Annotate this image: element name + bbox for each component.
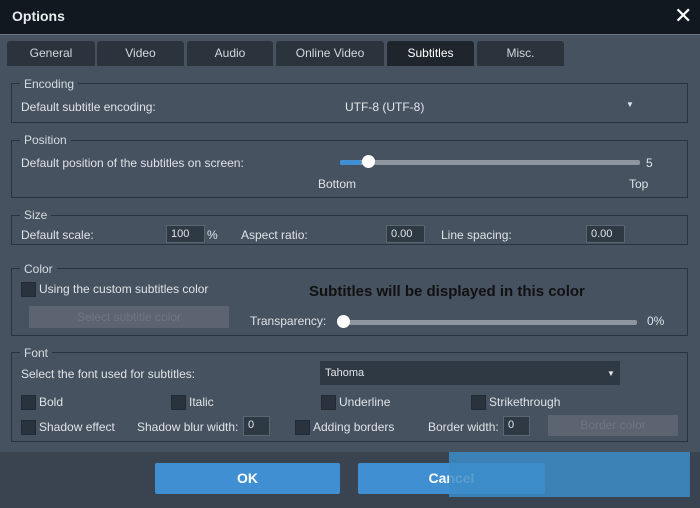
size-legend: Size xyxy=(20,208,52,222)
chevron-down-icon: ▼ xyxy=(607,369,615,378)
window-title: Options xyxy=(12,8,65,24)
font-value: Tahoma xyxy=(325,367,365,379)
blur-label-text: Shadow blur width: xyxy=(137,420,239,434)
position-max-label: Top xyxy=(629,177,649,191)
position-min-label: Bottom xyxy=(318,177,357,191)
underline-label: Underline xyxy=(339,395,391,409)
color-legend: Color xyxy=(20,262,57,276)
custom-color-checkbox[interactable] xyxy=(21,282,36,297)
encoding-legend: Encoding xyxy=(20,77,79,91)
bold-label: Bold xyxy=(39,395,64,409)
color-preview-text: Subtitles will be displayed in this colo… xyxy=(309,283,585,300)
encoding-label: Default subtitle encoding: xyxy=(21,100,156,114)
position-label: Default position of the subtitles on scr… xyxy=(21,156,244,170)
strikethrough-label: Strikethrough xyxy=(489,395,561,409)
border-color-button[interactable]: Border color xyxy=(548,415,678,436)
transparency-label: Transparency: xyxy=(250,314,327,328)
shadow-label: Shadow effect xyxy=(39,420,115,434)
scale-input[interactable]: 100 xyxy=(166,225,205,243)
position-legend: Position xyxy=(20,133,71,147)
border-width-label: Border width: xyxy=(428,420,499,434)
scale-label: Default scale: xyxy=(21,228,94,242)
scale-unit: % xyxy=(207,228,218,242)
borders-checkbox[interactable] xyxy=(295,420,310,435)
italic-label: Italic xyxy=(189,395,214,409)
close-icon[interactable]: ✕ xyxy=(674,3,692,29)
font-select[interactable]: Tahoma ▼ xyxy=(320,361,620,385)
font-select-label: Select the font used for subtitles: xyxy=(21,367,196,381)
aspect-input[interactable]: 0.00 xyxy=(386,225,425,243)
tab-audio[interactable]: Audio xyxy=(187,41,273,66)
font-legend: Font xyxy=(20,346,53,360)
title-bar xyxy=(0,0,700,35)
encoding-value: UTF-8 (UTF-8) xyxy=(345,100,425,114)
tab-misc[interactable]: Misc. xyxy=(477,41,564,66)
blur-label: Shadow blur width: xyxy=(137,420,238,434)
tab-subtitles[interactable]: Subtitles xyxy=(387,41,474,66)
shadow-checkbox[interactable] xyxy=(21,420,36,435)
watermark-logo xyxy=(449,452,690,497)
borders-label: Adding borders xyxy=(313,420,395,434)
position-value: 5 xyxy=(646,156,653,170)
spacing-input[interactable]: 0.00 xyxy=(586,225,625,243)
transparency-slider[interactable] xyxy=(337,315,637,329)
aspect-label: Aspect ratio: xyxy=(241,228,308,242)
select-subtitle-color-button[interactable]: Select subtitle color xyxy=(29,306,229,328)
tab-video[interactable]: Video xyxy=(97,41,184,66)
custom-color-label: Using the custom subtitles color xyxy=(39,282,209,296)
position-slider[interactable] xyxy=(340,155,640,169)
bold-checkbox[interactable] xyxy=(21,395,36,410)
ok-button[interactable]: OK xyxy=(155,463,340,494)
spacing-label: Line spacing: xyxy=(441,228,512,242)
tab-general[interactable]: General xyxy=(7,41,95,66)
tab-online-video[interactable]: Online Video xyxy=(276,41,384,66)
encoding-select[interactable]: UTF-8 (UTF-8) ▼ xyxy=(330,96,640,116)
strikethrough-checkbox[interactable] xyxy=(471,395,486,410)
underline-checkbox[interactable] xyxy=(321,395,336,410)
chevron-down-icon: ▼ xyxy=(626,100,634,109)
border-width-input[interactable]: 0 xyxy=(503,416,530,436)
transparency-value: 0% xyxy=(647,314,665,328)
blur-input[interactable]: 0 xyxy=(243,416,270,436)
italic-checkbox[interactable] xyxy=(171,395,186,410)
